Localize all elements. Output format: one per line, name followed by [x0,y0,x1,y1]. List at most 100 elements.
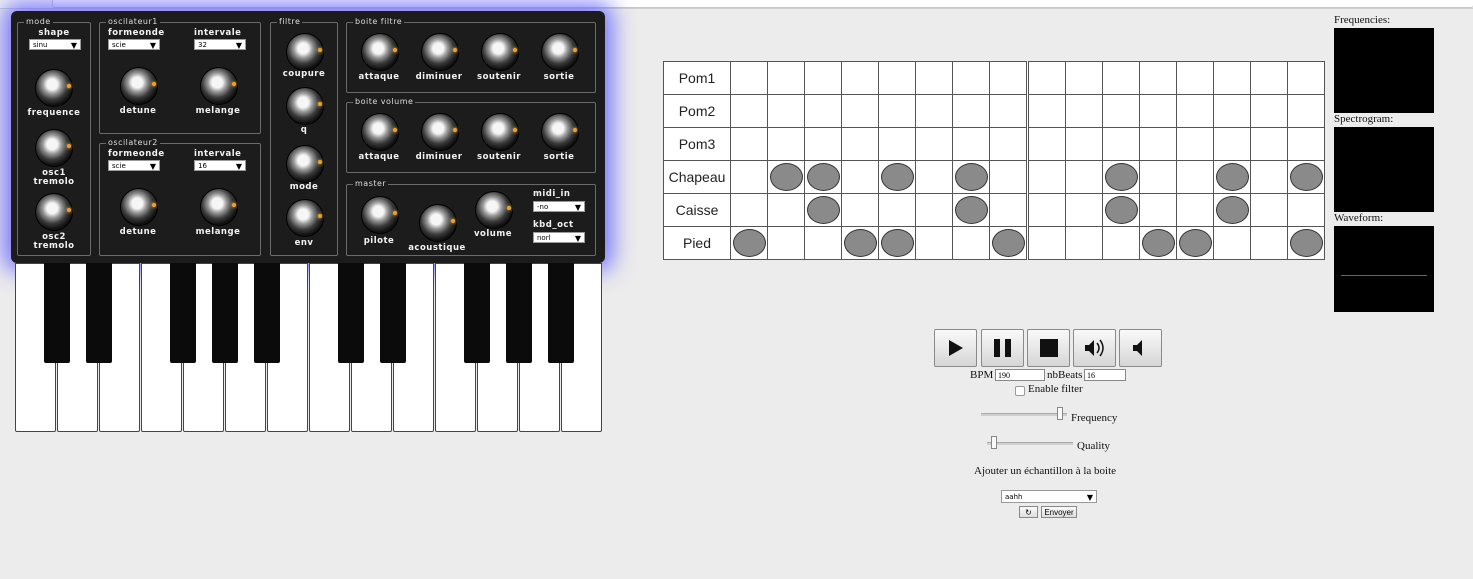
sequencer-step[interactable] [989,160,1029,194]
osc1-tremolo-knob[interactable] [35,129,73,167]
black-key[interactable] [170,263,196,363]
sequencer-step[interactable] [1213,160,1251,194]
osc2-formeonde-select[interactable]: scie ▼ [108,160,160,171]
black-key[interactable] [254,263,280,363]
sequencer-step[interactable] [1065,94,1103,128]
sequencer-step[interactable] [1287,127,1325,161]
sequencer-step[interactable] [878,160,916,194]
filter-release-knob[interactable] [541,33,579,71]
sequencer-step[interactable] [952,193,990,227]
filter-decay-knob[interactable] [421,33,459,71]
sequencer-step[interactable] [730,61,768,95]
sequencer-step[interactable] [767,61,805,95]
sequencer-step[interactable] [730,160,768,194]
sequencer-step[interactable] [915,61,953,95]
sequencer-step[interactable] [952,160,990,194]
sequencer-step[interactable] [841,226,879,260]
sequencer-step[interactable] [1213,127,1251,161]
sequencer-step[interactable] [1102,226,1140,260]
sequencer-step[interactable] [804,94,842,128]
pause-button[interactable] [981,329,1024,367]
sequencer-step[interactable] [1027,127,1066,161]
sequencer-step[interactable] [1287,226,1325,260]
sequencer-step[interactable] [1065,61,1103,95]
volume-sustain-knob[interactable] [481,113,519,151]
sequencer-step[interactable] [1213,193,1251,227]
volume-knob[interactable] [475,191,513,229]
sequencer-step[interactable] [1065,160,1103,194]
sequencer-step[interactable] [1213,61,1251,95]
sequencer-step[interactable] [1250,94,1288,128]
black-key[interactable] [506,263,532,363]
bpm-input[interactable]: 190 [995,369,1045,381]
midi-in-select[interactable]: -no ▼ [533,201,585,212]
stop-button[interactable] [1027,329,1070,367]
sequencer-step[interactable] [1176,193,1214,227]
play-button[interactable] [934,329,977,367]
pilote-knob[interactable] [361,196,399,234]
sequencer-step[interactable] [804,193,842,227]
sequencer-step[interactable] [915,226,953,260]
sequencer-step[interactable] [1139,160,1177,194]
sequencer-step[interactable] [1287,160,1325,194]
sequencer-step[interactable] [1176,127,1214,161]
sequencer-step[interactable] [730,127,768,161]
sequencer-step[interactable] [952,127,990,161]
sequencer-step[interactable] [1250,193,1288,227]
frequence-knob[interactable] [35,69,73,107]
sequencer-step[interactable] [878,94,916,128]
sequencer-step[interactable] [1139,94,1177,128]
black-key[interactable] [548,263,574,363]
send-button[interactable]: Envoyer [1041,506,1077,518]
sequencer-step[interactable] [878,193,916,227]
sequencer-step[interactable] [804,160,842,194]
sequencer-step[interactable] [1139,61,1177,95]
sequencer-step[interactable] [730,193,768,227]
black-key[interactable] [338,263,364,363]
osc1-intervale-select[interactable]: 32 ▼ [194,39,246,50]
sequencer-step[interactable] [1102,61,1140,95]
sequencer-step[interactable] [730,226,768,260]
nbbeats-input[interactable]: 16 [1084,369,1126,381]
shape-select[interactable]: sinu ▼ [29,39,81,50]
sequencer-step[interactable] [841,160,879,194]
address-bar[interactable] [52,0,1473,8]
sequencer-step[interactable] [1065,127,1103,161]
quality-slider-thumb[interactable] [991,436,997,449]
sequencer-step[interactable] [1176,94,1214,128]
sequencer-step[interactable] [767,127,805,161]
black-key[interactable] [464,263,490,363]
acoustique-knob[interactable] [419,204,457,242]
sequencer-step[interactable] [1065,226,1103,260]
sequencer-step[interactable] [1027,193,1066,227]
sequencer-step[interactable] [804,226,842,260]
volume-decay-knob[interactable] [421,113,459,151]
filter-sustain-knob[interactable] [481,33,519,71]
sequencer-step[interactable] [989,193,1029,227]
sequencer-step[interactable] [767,160,805,194]
osc2-detune-knob[interactable] [120,188,158,226]
sequencer-step[interactable] [1250,61,1288,95]
env-knob[interactable] [286,199,324,237]
osc2-tremolo-knob[interactable] [35,193,73,231]
sequencer-step[interactable] [767,226,805,260]
sample-select[interactable]: aahh ▼ [1001,490,1097,503]
enable-filter-checkbox[interactable] [1015,386,1025,396]
sequencer-step[interactable] [1176,226,1214,260]
sequencer-step[interactable] [915,127,953,161]
filter-attack-knob[interactable] [361,33,399,71]
mute-button[interactable] [1119,329,1162,367]
sequencer-step[interactable] [952,61,990,95]
sequencer-step[interactable] [804,127,842,161]
sequencer-step[interactable] [767,193,805,227]
sequencer-step[interactable] [989,127,1029,161]
sequencer-step[interactable] [989,94,1029,128]
sequencer-step[interactable] [1250,160,1288,194]
osc1-formeonde-select[interactable]: scie ▼ [108,39,160,50]
sequencer-step[interactable] [841,127,879,161]
sequencer-step[interactable] [1176,61,1214,95]
osc2-melange-knob[interactable] [200,188,238,226]
black-key[interactable] [44,263,70,363]
black-key[interactable] [212,263,238,363]
sequencer-step[interactable] [952,226,990,260]
